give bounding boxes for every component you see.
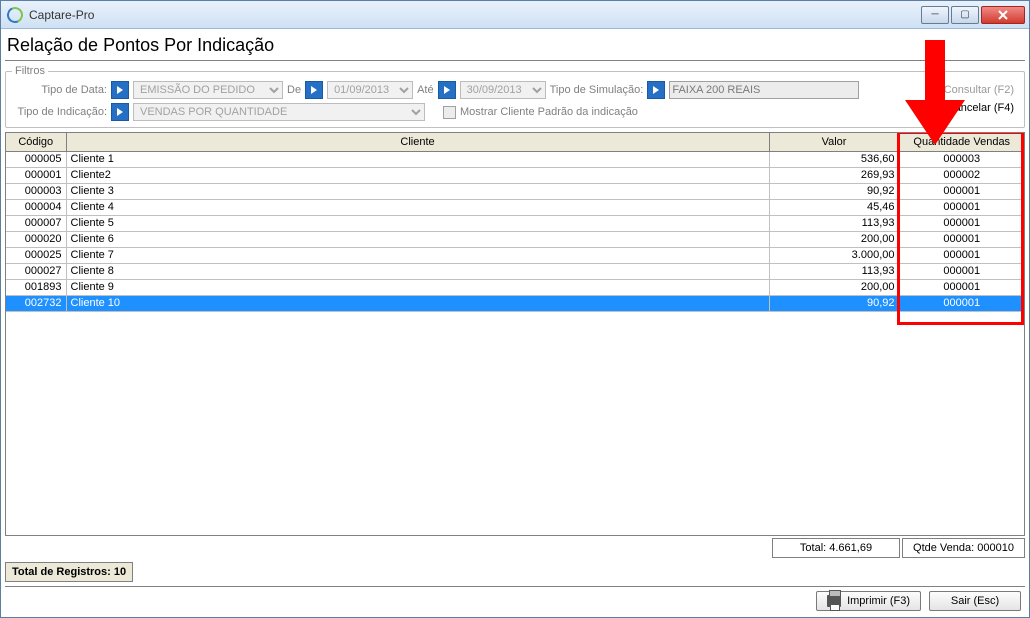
printer-icon [827,595,841,607]
cell-qtd: 000001 [899,215,1024,231]
arrow-icon[interactable] [111,81,129,99]
cell-codigo: 000020 [6,231,66,247]
divider [5,60,1025,61]
cell-cliente: Cliente2 [66,167,769,183]
cell-qtd: 000003 [899,151,1024,167]
input-tipo-simulacao[interactable] [669,81,859,99]
cell-qtd: 000001 [899,199,1024,215]
total-valor: Total: 4.661,69 [772,538,900,558]
table-row[interactable]: 000004Cliente 445,46000001 [6,199,1024,215]
cell-valor: 90,92 [769,183,899,199]
table-row[interactable]: 000001Cliente2269,93000002 [6,167,1024,183]
input-date-de[interactable]: 01/09/2013 [327,81,413,99]
totals-bar: Total: 4.661,69 Qtde Venda: 000010 [5,536,1025,560]
cell-qtd: 000001 [899,295,1024,311]
bottom-bar: Imprimir (F3) Sair (Esc) [5,586,1025,617]
sair-button[interactable]: Sair (Esc) [929,591,1021,611]
label-tipo-data: Tipo de Data: [12,84,107,96]
arrow-icon[interactable] [438,81,456,99]
cell-codigo: 000025 [6,247,66,263]
cell-codigo: 000003 [6,183,66,199]
col-header-codigo[interactable]: Código [6,133,66,151]
cell-cliente: Cliente 8 [66,263,769,279]
close-button[interactable] [981,6,1025,24]
cell-qtd: 000002 [899,167,1024,183]
table-row[interactable]: 000020Cliente 6200,00000001 [6,231,1024,247]
cell-valor: 200,00 [769,279,899,295]
filters-legend: Filtros [12,65,48,77]
cell-valor: 113,93 [769,215,899,231]
cell-valor: 200,00 [769,231,899,247]
cancel-icon: ✖ [929,101,943,115]
minimize-button[interactable]: ─ [921,6,949,24]
cell-valor: 45,46 [769,199,899,215]
imprimir-button[interactable]: Imprimir (F3) [816,591,921,611]
cell-qtd: 000001 [899,263,1024,279]
table-row[interactable]: 001893Cliente 9200,00000001 [6,279,1024,295]
consultar-button[interactable]: Consultar (F2) [922,81,1018,99]
table-row[interactable]: 000025Cliente 73.000,00000001 [6,247,1024,263]
search-icon [926,83,940,97]
arrow-icon[interactable] [111,103,129,121]
arrow-icon[interactable] [647,81,665,99]
table-row[interactable]: 000007Cliente 5113,93000001 [6,215,1024,231]
total-qtd: Qtde Venda: 000010 [902,538,1025,558]
col-header-valor[interactable]: Valor [769,133,899,151]
cell-valor: 113,93 [769,263,899,279]
cell-valor: 536,60 [769,151,899,167]
cell-codigo: 000005 [6,151,66,167]
titlebar: Captare-Pro ─ ▢ [1,1,1029,29]
label-tipo-indicacao: Tipo de Indicação: [12,106,107,118]
table-row[interactable]: 000027Cliente 8113,93000001 [6,263,1024,279]
cell-qtd: 000001 [899,183,1024,199]
cell-cliente: Cliente 3 [66,183,769,199]
reg-count: Total de Registros: 10 [5,562,133,582]
cell-qtd: 000001 [899,231,1024,247]
app-icon [7,7,23,23]
cell-cliente: Cliente 5 [66,215,769,231]
select-tipo-data[interactable]: EMISSÃO DO PEDIDO [133,81,283,99]
cell-valor: 3.000,00 [769,247,899,263]
cell-cliente: Cliente 10 [66,295,769,311]
cell-codigo: 001893 [6,279,66,295]
label-tipo-simulacao: Tipo de Simulação: [550,84,644,96]
table-row[interactable]: 000003Cliente 390,92000001 [6,183,1024,199]
cell-qtd: 000001 [899,279,1024,295]
cell-cliente: Cliente 6 [66,231,769,247]
maximize-button[interactable]: ▢ [951,6,979,24]
data-grid[interactable]: Código Cliente Valor Quantidade Vendas 0… [5,132,1025,536]
label-de: De [287,84,301,96]
label-ate: Até [417,84,434,96]
input-date-ate[interactable]: 30/09/2013 [460,81,546,99]
table-header-row: Código Cliente Valor Quantidade Vendas [6,133,1024,151]
col-header-qtd[interactable]: Quantidade Vendas [899,133,1024,151]
select-tipo-indicacao[interactable]: VENDAS POR QUANTIDADE [133,103,425,121]
cell-qtd: 000001 [899,247,1024,263]
cell-codigo: 000007 [6,215,66,231]
page-title: Relação de Pontos Por Indicação [5,33,1025,60]
label-mostrar-cliente: Mostrar Cliente Padrão da indicação [460,106,638,118]
cell-cliente: Cliente 1 [66,151,769,167]
filters-fieldset: Filtros Tipo de Data: EMISSÃO DO PEDIDO … [5,65,1025,128]
arrow-icon[interactable] [305,81,323,99]
window-title: Captare-Pro [29,8,94,22]
cell-cliente: Cliente 9 [66,279,769,295]
close-icon [998,10,1008,20]
col-header-cliente[interactable]: Cliente [66,133,769,151]
cell-valor: 90,92 [769,295,899,311]
cell-codigo: 000004 [6,199,66,215]
cell-codigo: 000027 [6,263,66,279]
checkbox-mostrar-cliente[interactable] [443,106,456,119]
cancelar-button[interactable]: ✖ Cancelar (F4) [925,99,1018,117]
app-window: Captare-Pro ─ ▢ Relação de Pontos Por In… [0,0,1030,618]
cell-codigo: 000001 [6,167,66,183]
table-row[interactable]: 002732Cliente 1090,92000001 [6,295,1024,311]
cell-codigo: 002732 [6,295,66,311]
cell-cliente: Cliente 7 [66,247,769,263]
cell-valor: 269,93 [769,167,899,183]
table-row[interactable]: 000005Cliente 1536,60000003 [6,151,1024,167]
cell-cliente: Cliente 4 [66,199,769,215]
